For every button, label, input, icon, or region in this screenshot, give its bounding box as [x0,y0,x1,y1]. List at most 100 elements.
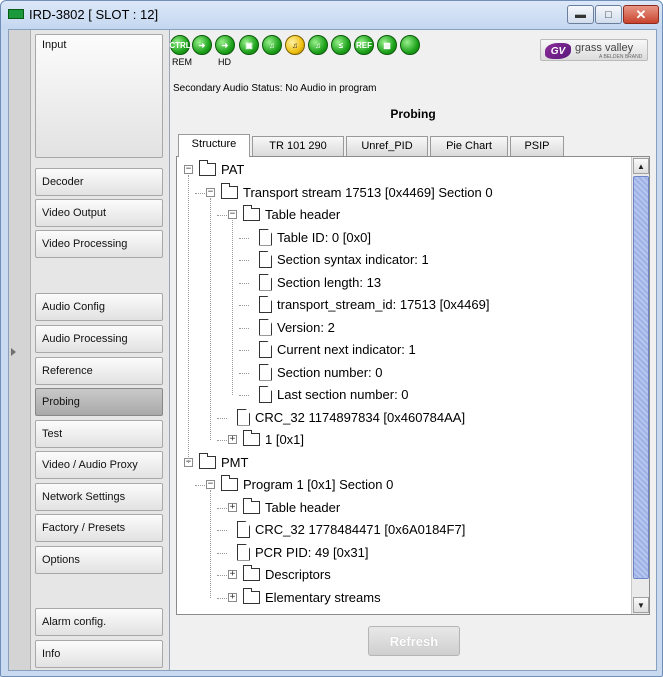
sidebar-item-video-output[interactable]: Video Output [35,199,163,227]
title-bar[interactable]: IRD-3802 [ SLOT : 12] ▬ □ ✕ [1,1,662,29]
lock-status-icon[interactable]: ▣ [239,35,259,55]
audio-warning-status-icon[interactable]: ♫ [285,35,305,55]
tree-node[interactable]: +1 [0x1] [177,430,631,452]
curve-status-icon[interactable]: ≤ [331,35,351,55]
tree-node-label: CRC_32 1174897834 [0x460784AA] [255,409,466,425]
expand-icon[interactable]: + [228,570,237,579]
refresh-button[interactable]: Refresh [368,626,460,656]
ok-status-icon[interactable] [400,35,420,55]
audio-lock-status-icon[interactable]: ♫ [308,35,328,55]
vertical-scrollbar[interactable]: ▲ ▼ [631,157,649,614]
document-icon [259,386,272,403]
document-icon [259,363,272,381]
output-status-label: HD [218,57,231,67]
tree-node[interactable]: Version: 2 [177,318,631,340]
expand-icon[interactable]: + [228,435,237,444]
tab-structure[interactable]: Structure [178,134,250,157]
sidebar: Input Decoder Video Output Video Process… [31,30,169,670]
tree-node[interactable]: Table ID: 0 [0x0] [177,228,631,250]
sidebar-item-input[interactable]: Input [35,34,163,158]
tree-node[interactable]: Section syntax indicator: 1 [177,250,631,272]
scroll-down-icon[interactable]: ▼ [633,597,649,613]
collapse-icon[interactable]: − [184,165,193,174]
sidebar-item-probing[interactable]: Probing [35,388,163,416]
tree-connector [217,417,227,419]
collapse-icon[interactable]: − [228,210,237,219]
app-icon [8,9,24,19]
tree-node[interactable]: + Descriptors [177,565,631,587]
tree-node[interactable]: Section number: 0 [177,363,631,385]
sidebar-item-decoder[interactable]: Decoder [35,168,163,196]
tree-node[interactable]: CRC_32 1778484471 [0x6A0184F7] [177,520,631,542]
monitor-status-icon[interactable]: ▩ [377,35,397,55]
tree-connector [217,552,227,554]
tree-node[interactable]: − PMT [177,452,631,475]
sidebar-item-audio-config[interactable]: Audio Config [35,293,163,321]
sidebar-item-test[interactable]: Test [35,420,163,448]
maximize-button[interactable]: □ [595,5,622,24]
tree-node[interactable]: CRC_32 1174897834 [0x460784AA] [177,408,631,430]
sidebar-item-alarm-config[interactable]: Alarm config. [35,608,163,636]
tree-node-label: Section length: 13 [277,274,382,290]
ref-status-icon[interactable]: REF [354,35,374,55]
tree-node-label: PMT [221,454,249,470]
tree-connector [239,372,249,374]
structure-tree[interactable]: − PAT − Transport stream 17513 [0x4469] Sec… [177,157,631,614]
tree-node-label: Section syntax indicator: 1 [277,252,429,267]
main-content: CTRL REM ➜ ➜ HD ▣ ♫ ♫ ♫ ≤ REF ▩ GV grass… [169,30,656,670]
tree-node[interactable]: − Transport stream 17513 [0x4469] Section… [177,182,631,205]
tree-connector [217,215,227,216]
audio-status-icon[interactable]: ♫ [262,35,282,55]
tree-node[interactable]: Section length: 13 [177,273,631,295]
tree-node[interactable]: transport_stream_id: 17513 [0x4469] [177,295,631,317]
app-window: IRD-3802 [ SLOT : 12] ▬ □ ✕ Input Decode… [0,0,663,677]
sidebar-item-factory-presets[interactable]: Factory / Presets [35,514,163,542]
tree-node[interactable]: − Program 1 [0x1] Section 0 [177,475,631,497]
expand-arrow-icon[interactable] [11,348,16,356]
collapse-icon[interactable]: − [206,187,215,197]
sidebar-item-audio-processing[interactable]: Audio Processing [35,325,163,353]
secondary-audio-status: Secondary Audio Status: No Audio in prog… [173,83,377,94]
document-icon [237,543,250,561]
expand-icon[interactable]: + [228,592,237,602]
tab-pie-chart[interactable]: Pie Chart [430,136,508,156]
tree-connector [239,237,249,239]
tree-node[interactable]: + Elementary streams [177,587,631,610]
sidebar-item-reference[interactable]: Reference [35,357,163,385]
scroll-thumb[interactable] [633,176,649,579]
close-button[interactable]: ✕ [623,5,659,24]
tree-node[interactable]: − Table header [177,205,631,227]
tree-node[interactable]: PCR PID: 49 [0x31] [177,543,631,565]
tab-psip[interactable]: PSIP [510,136,564,156]
sidebar-item-info[interactable]: Info [35,640,163,668]
tree-connector [239,305,249,306]
tab-unref-pid[interactable]: Unref_PID [346,136,428,156]
tree-connector [217,597,227,599]
minimize-button[interactable]: ▬ [567,5,594,24]
expand-icon[interactable]: + [228,502,237,512]
sidebar-item-video-processing[interactable]: Video Processing [35,230,163,258]
ctrl-status-label: REM [172,57,192,67]
folder-icon [221,182,238,199]
brand-sub: A BELDEN BRAND [599,54,643,60]
sidebar-item-video-audio-proxy[interactable]: Video / Audio Proxy [35,451,163,479]
tree-node[interactable]: Current next indicator: 1 [177,340,631,362]
tree-node[interactable]: Last section number: 0 [177,385,631,407]
document-icon [259,296,272,313]
folder-icon [243,497,260,514]
structure-panel: − PAT − Transport stream 17513 [0x4469] Sec… [176,156,650,615]
sidebar-item-options[interactable]: Options [35,546,163,574]
ctrl-status-icon[interactable]: CTRL [169,35,191,55]
tree-node[interactable]: + Table header [177,497,631,520]
tab-tr-101-290[interactable]: TR 101 290 [252,136,344,156]
collapse-icon[interactable]: − [206,480,215,489]
output-arrow-status-icon[interactable]: ➜ [215,35,235,55]
scroll-up-icon[interactable]: ▲ [633,158,649,174]
document-icon [259,251,272,268]
folder-icon [243,565,260,581]
input-arrow-status-icon[interactable]: ➜ [192,35,212,55]
tree-node[interactable]: − PAT [177,160,631,182]
folder-icon [199,452,216,469]
collapse-strip[interactable] [9,30,31,670]
sidebar-item-network-settings[interactable]: Network Settings [35,483,163,511]
